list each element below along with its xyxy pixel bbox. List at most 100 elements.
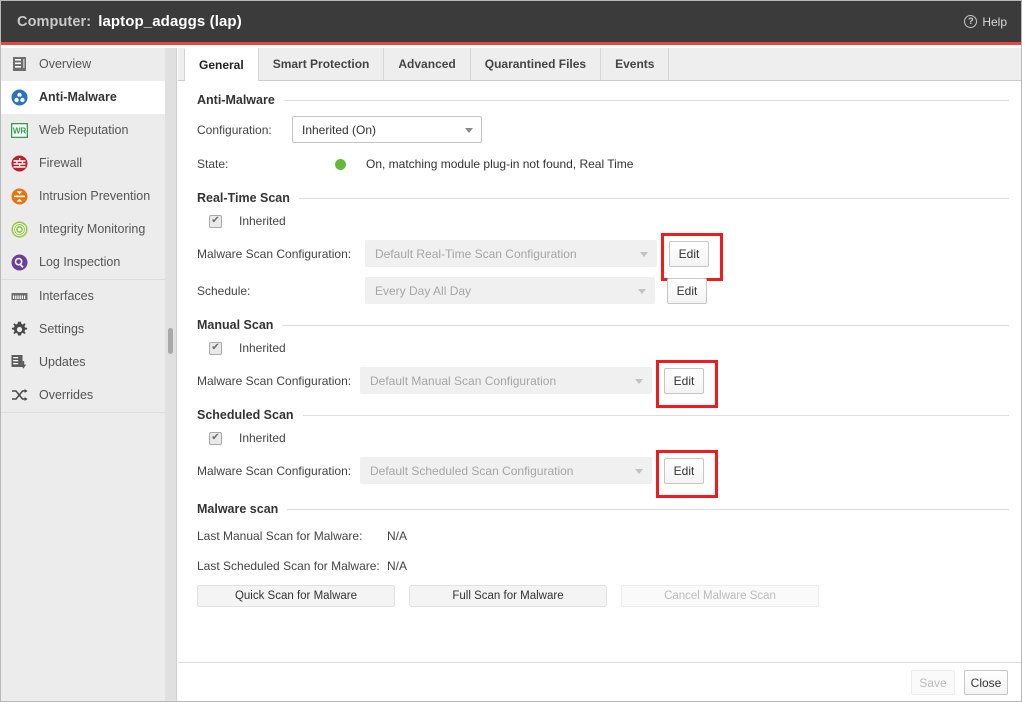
sidebar-item-label: Intrusion Prevention bbox=[39, 189, 150, 203]
real-time-scan-config-edit-button[interactable]: Edit bbox=[669, 241, 709, 267]
real-time-schedule-row: Schedule: Every Day All Day Edit bbox=[197, 277, 1009, 304]
svg-text:WR: WR bbox=[12, 126, 26, 135]
sidebar-item-overrides[interactable]: Overrides bbox=[1, 379, 176, 412]
sidebar-item-label: Settings bbox=[39, 322, 84, 336]
scheduled-scan-config-row: Malware Scan Configuration: Default Sche… bbox=[197, 457, 1009, 484]
sidebar-item-label: Log Inspection bbox=[39, 255, 120, 269]
dialog-footer: Save Close bbox=[178, 662, 1022, 702]
inherited-checkbox[interactable]: ✔ bbox=[209, 342, 222, 355]
biohazard-icon bbox=[10, 88, 28, 106]
last-scheduled-scan-value: N/A bbox=[387, 559, 407, 573]
sidebar-group-modules: Overview Anti-Malware bbox=[1, 48, 176, 280]
tab-smart-protection[interactable]: Smart Protection bbox=[258, 48, 385, 80]
scan-config-label: Malware Scan Configuration: bbox=[197, 374, 360, 388]
real-time-inherited-row: ✔ Inherited bbox=[197, 214, 1009, 228]
configuration-label: Configuration: bbox=[197, 123, 292, 137]
scheduled-scan-config-edit-button[interactable]: Edit bbox=[664, 458, 704, 484]
schedule-value: Every Day All Day bbox=[375, 284, 471, 298]
section-title: Anti-Malware bbox=[197, 93, 275, 107]
section-divider bbox=[287, 509, 1009, 510]
integrity-monitoring-icon bbox=[10, 220, 28, 238]
scan-config-value: Default Manual Scan Configuration bbox=[370, 374, 556, 388]
title-prefix: Computer: bbox=[17, 14, 91, 30]
last-manual-scan-label: Last Manual Scan for Malware: bbox=[197, 529, 387, 543]
inherited-label: Inherited bbox=[239, 214, 286, 228]
chevron-down-icon bbox=[635, 469, 643, 474]
application-window: Computer: laptop_adaggs (lap) ? Help bbox=[0, 0, 1022, 702]
interfaces-icon bbox=[10, 287, 28, 305]
chevron-down-icon bbox=[465, 128, 473, 133]
manual-scan-config-edit-button[interactable]: Edit bbox=[664, 368, 704, 394]
sidebar-scrollbar-track[interactable] bbox=[165, 48, 176, 702]
chevron-down-icon bbox=[638, 289, 646, 294]
tab-strip: General Smart Protection Advanced Quaran… bbox=[178, 48, 1022, 81]
tab-general[interactable]: General bbox=[184, 48, 259, 81]
last-scheduled-scan-label: Last Scheduled Scan for Malware: bbox=[197, 559, 387, 573]
scheduled-scan-config-edit-highlight: Edit bbox=[664, 458, 704, 484]
tab-advanced[interactable]: Advanced bbox=[383, 48, 470, 80]
section-title: Manual Scan bbox=[197, 318, 273, 332]
section-divider bbox=[284, 100, 1009, 101]
cancel-malware-scan-button: Cancel Malware Scan bbox=[621, 585, 819, 607]
inherited-checkbox[interactable]: ✔ bbox=[209, 215, 222, 228]
section-header-malware-scan: Malware scan bbox=[197, 502, 1009, 516]
sidebar-item-integrity-monitoring[interactable]: Integrity Monitoring bbox=[1, 213, 176, 246]
inherited-label: Inherited bbox=[239, 341, 286, 355]
sidebar-item-interfaces[interactable]: Interfaces bbox=[1, 280, 176, 313]
schedule-select: Every Day All Day bbox=[365, 277, 655, 304]
section-header-manual-scan: Manual Scan bbox=[197, 318, 1009, 332]
inherited-label: Inherited bbox=[239, 431, 286, 445]
sidebar-item-log-inspection[interactable]: Log Inspection bbox=[1, 246, 176, 279]
sidebar-scrollbar-thumb[interactable] bbox=[168, 328, 173, 354]
sidebar-item-label: Firewall bbox=[39, 156, 82, 170]
configuration-select[interactable]: Inherited (On) bbox=[292, 116, 482, 143]
help-label: Help bbox=[982, 15, 1007, 29]
sidebar-item-label: Overview bbox=[39, 57, 91, 71]
section-header-anti-malware: Anti-Malware bbox=[197, 93, 1009, 107]
real-time-scan-config-edit-highlight: Edit bbox=[669, 241, 709, 267]
last-scheduled-scan-row: Last Scheduled Scan for Malware: N/A bbox=[197, 555, 1009, 577]
sidebar-item-label: Web Reputation bbox=[39, 123, 128, 137]
full-scan-button[interactable]: Full Scan for Malware bbox=[409, 585, 607, 607]
real-time-scan-config-row: Malware Scan Configuration: Default Real… bbox=[197, 240, 1009, 267]
section-divider bbox=[299, 198, 1009, 199]
quick-scan-button[interactable]: Quick Scan for Malware bbox=[197, 585, 395, 607]
section-title: Real-Time Scan bbox=[197, 191, 290, 205]
tab-events[interactable]: Events bbox=[600, 48, 669, 80]
sidebar-item-intrusion-prevention[interactable]: Intrusion Prevention bbox=[1, 180, 176, 213]
section-header-real-time-scan: Real-Time Scan bbox=[197, 191, 1009, 205]
sidebar-item-updates[interactable]: Updates bbox=[1, 346, 176, 379]
gear-icon bbox=[10, 320, 28, 338]
sidebar-item-label: Overrides bbox=[39, 388, 93, 402]
scan-config-value: Default Real-Time Scan Configuration bbox=[375, 247, 577, 261]
schedule-edit-wrap: Edit bbox=[667, 278, 707, 304]
general-tab-panel: Anti-Malware Configuration: Inherited (O… bbox=[178, 81, 1022, 662]
tab-quarantined-files[interactable]: Quarantined Files bbox=[470, 48, 601, 80]
window-titlebar: Computer: laptop_adaggs (lap) ? Help bbox=[1, 1, 1021, 45]
sidebar-item-overview[interactable]: Overview bbox=[1, 48, 176, 81]
section-title: Malware scan bbox=[197, 502, 278, 516]
inherited-checkbox[interactable]: ✔ bbox=[209, 432, 222, 445]
sidebar-item-firewall[interactable]: Firewall bbox=[1, 147, 176, 180]
sidebar-item-label: Updates bbox=[39, 355, 86, 369]
chevron-down-icon bbox=[635, 379, 643, 384]
manual-scan-config-select: Default Manual Scan Configuration bbox=[360, 367, 652, 394]
sidebar-item-settings[interactable]: Settings bbox=[1, 313, 176, 346]
intrusion-prevention-icon bbox=[10, 187, 28, 205]
sidebar-item-anti-malware[interactable]: Anti-Malware bbox=[1, 81, 176, 114]
schedule-edit-button[interactable]: Edit bbox=[667, 278, 707, 304]
shuffle-icon bbox=[10, 386, 28, 404]
state-row: State: On, matching module plug-in not f… bbox=[197, 153, 1009, 175]
updates-icon bbox=[10, 353, 28, 371]
sidebar-item-label: Integrity Monitoring bbox=[39, 222, 145, 236]
manual-scan-config-row: Malware Scan Configuration: Default Manu… bbox=[197, 367, 1009, 394]
state-value: On, matching module plug-in not found, R… bbox=[366, 157, 633, 171]
close-button[interactable]: Close bbox=[964, 670, 1008, 695]
section-title: Scheduled Scan bbox=[197, 408, 294, 422]
help-button[interactable]: ? Help bbox=[964, 15, 1007, 29]
sidebar-item-label: Anti-Malware bbox=[39, 90, 117, 104]
title-computer-name: laptop_adaggs (lap) bbox=[98, 13, 242, 30]
wr-badge-icon: WR bbox=[10, 121, 28, 139]
sidebar-item-web-reputation[interactable]: WR Web Reputation bbox=[1, 114, 176, 147]
scheduled-scan-config-select: Default Scheduled Scan Configuration bbox=[360, 457, 652, 484]
